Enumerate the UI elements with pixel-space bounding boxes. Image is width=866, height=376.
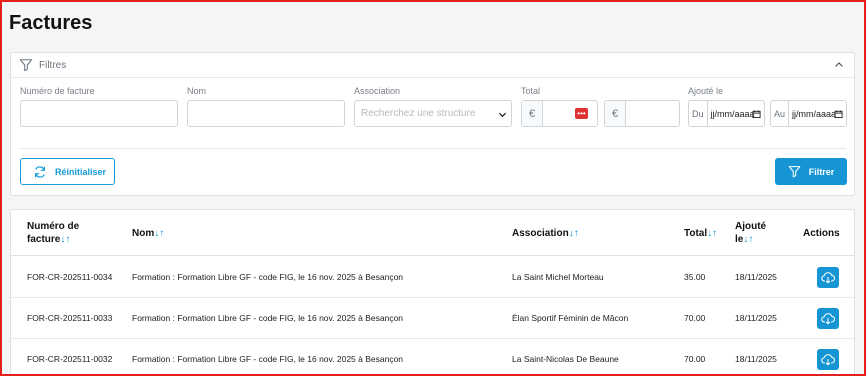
table-row: FOR-CR-202511-0033 Formation : Formation… xyxy=(11,298,854,339)
association-select[interactable]: Recherchez une structure xyxy=(354,100,512,127)
column-invoice-number[interactable]: Numéro de facture↓↑ xyxy=(27,220,79,246)
column-label: Numéro de xyxy=(27,221,80,232)
cell-date: 18/11/2025 xyxy=(735,272,777,282)
cell-total: 35.00 xyxy=(684,272,706,282)
page-title: Factures xyxy=(9,12,93,34)
column-added[interactable]: Ajouté le↓↑ xyxy=(735,220,766,246)
column-association[interactable]: Association↓↑ xyxy=(512,227,579,240)
cloud-download-icon xyxy=(821,272,835,284)
euro-addon: € xyxy=(605,101,626,126)
sort-icon[interactable]: ↓↑ xyxy=(60,234,70,245)
date-from-prefix: Du xyxy=(689,101,708,126)
chevron-up-icon[interactable] xyxy=(834,60,844,70)
date-to-placeholder: jj/mm/aaaa xyxy=(792,108,837,119)
cell-number: FOR-CR-202511-0033 xyxy=(27,313,113,323)
download-button[interactable] xyxy=(817,267,839,288)
association-placeholder: Recherchez une structure xyxy=(361,108,476,119)
column-total[interactable]: Total↓↑ xyxy=(684,227,717,240)
total-label: Total xyxy=(521,86,541,96)
reset-button[interactable]: Réinitialiser xyxy=(20,158,115,185)
calendar-icon[interactable] xyxy=(834,109,843,119)
added-label: Ajouté le xyxy=(688,86,724,96)
total-max-input[interactable]: € xyxy=(604,100,680,127)
sort-icon[interactable]: ↓↑ xyxy=(569,228,579,239)
date-from-input[interactable]: Du jj/mm/aaaa xyxy=(688,100,765,127)
cell-association: La Saint-Nicolas De Beaune xyxy=(512,354,619,364)
refresh-icon xyxy=(35,165,45,178)
download-button[interactable] xyxy=(817,308,839,329)
column-label: Association xyxy=(512,228,569,239)
name-label: Nom xyxy=(187,86,207,96)
date-to-input[interactable]: Au jj/mm/aaaa xyxy=(770,100,847,127)
cell-name: Formation : Formation Libre GF - code FI… xyxy=(132,313,404,323)
column-actions: Actions xyxy=(803,228,840,239)
cell-date: 18/11/2025 xyxy=(735,313,777,323)
cloud-download-icon xyxy=(821,313,835,325)
invoice-number-input[interactable] xyxy=(20,100,178,127)
euro-addon: € xyxy=(522,101,543,126)
cloud-download-icon xyxy=(821,354,835,366)
column-name[interactable]: Nom↓↑ xyxy=(132,227,164,240)
column-label: Total xyxy=(684,228,708,239)
reset-button-label: Réinitialiser xyxy=(55,166,107,177)
sort-icon[interactable]: ↓↑ xyxy=(707,228,717,239)
cell-number: FOR-CR-202511-0032 xyxy=(27,354,113,364)
column-label: Ajouté xyxy=(735,221,767,232)
filters-header[interactable]: Filtres xyxy=(11,53,854,78)
date-from-placeholder: jj/mm/aaaa xyxy=(710,108,755,119)
association-label: Association xyxy=(354,86,401,96)
chevron-down-icon xyxy=(498,112,507,118)
cell-association: Élan Sportif Féminin de Mâcon xyxy=(512,313,629,323)
sort-icon[interactable]: ↓↑ xyxy=(743,234,753,245)
funnel-icon xyxy=(19,59,33,72)
cell-date: 18/11/2025 xyxy=(735,354,777,364)
date-to-prefix: Au xyxy=(771,101,790,126)
more-dots-icon[interactable]: ••• xyxy=(575,108,588,119)
cell-number: FOR-CR-202511-0034 xyxy=(27,272,113,282)
cell-total: 70.00 xyxy=(684,313,706,323)
table-header: Numéro de facture↓↑ Nom↓↑ Association↓↑ … xyxy=(11,210,854,256)
filters-panel: Filtres Numéro de facture Nom Associatio… xyxy=(10,52,855,196)
calendar-icon[interactable] xyxy=(752,109,761,119)
name-input[interactable] xyxy=(187,100,345,127)
filters-title: Filtres xyxy=(39,59,67,71)
filter-button-label: Filtrer xyxy=(808,166,835,177)
cell-name: Formation : Formation Libre GF - code FI… xyxy=(132,272,404,282)
sort-icon[interactable]: ↓↑ xyxy=(154,228,164,239)
page: Factures Filtres Numéro de facture Nom A… xyxy=(2,2,864,374)
filters-divider xyxy=(19,148,846,149)
funnel-icon xyxy=(788,166,801,178)
table-row: FOR-CR-202511-0032 Formation : Formation… xyxy=(11,339,854,374)
total-min-input[interactable]: € ••• xyxy=(521,100,598,127)
column-label: Nom xyxy=(132,228,155,239)
filter-button[interactable]: Filtrer xyxy=(775,158,847,185)
cell-name: Formation : Formation Libre GF - code FI… xyxy=(132,354,404,364)
column-label: facture xyxy=(27,234,61,245)
cell-total: 70.00 xyxy=(684,354,706,364)
download-button[interactable] xyxy=(817,349,839,370)
table-row: FOR-CR-202511-0034 Formation : Formation… xyxy=(11,257,854,298)
cell-association: La Saint Michel Morteau xyxy=(512,272,604,282)
invoice-number-label: Numéro de facture xyxy=(20,86,95,96)
invoices-table: Numéro de facture↓↑ Nom↓↑ Association↓↑ … xyxy=(10,209,855,374)
